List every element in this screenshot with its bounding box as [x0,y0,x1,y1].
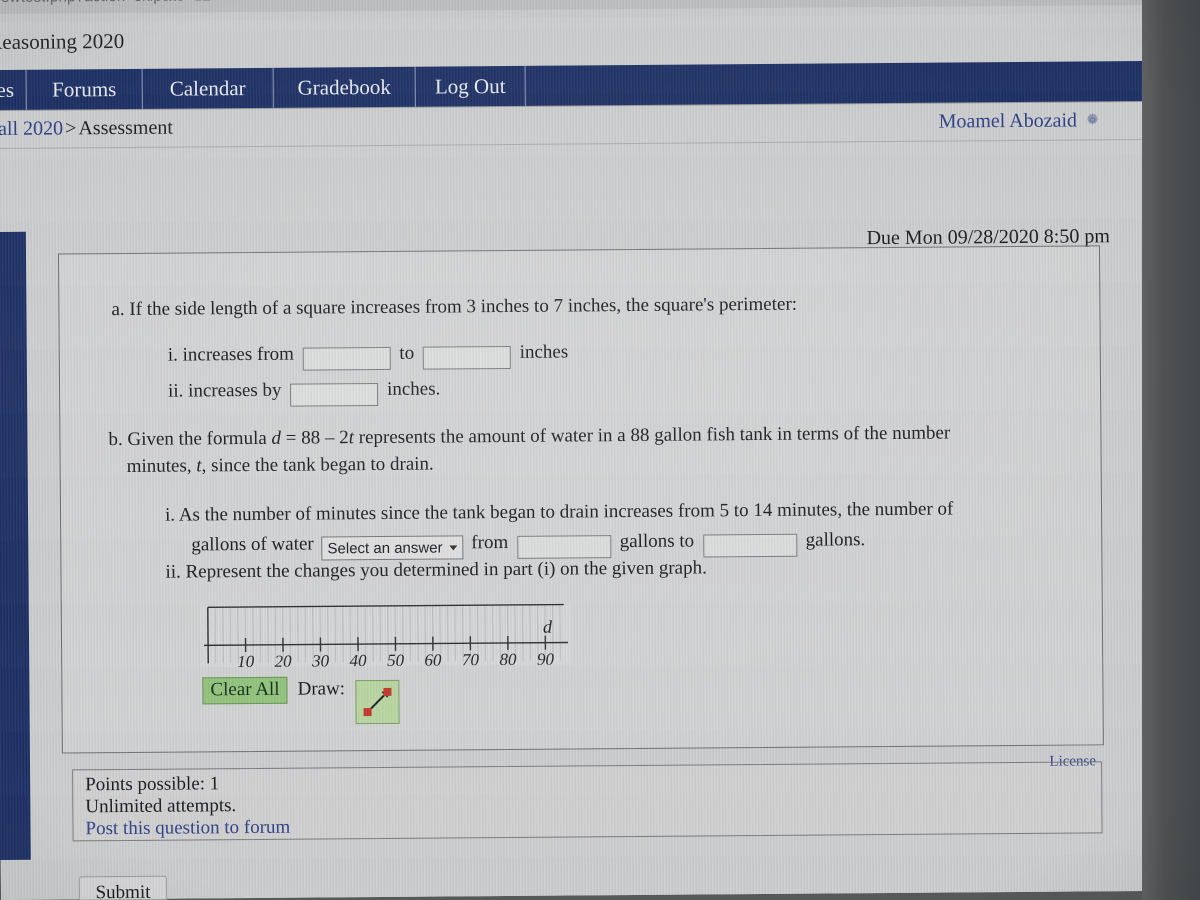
number-line-graph[interactable]: 10 20 30 40 50 60 70 80 90 d [199,602,573,668]
nav-item-calendar[interactable]: Calendar [142,67,274,109]
tick-label: 80 [499,650,517,667]
page-body: Reasoning 2020 es Forums Calendar Gradeb… [0,12,1160,900]
part-a-i-lead: increases from [182,343,294,366]
part-a-i-from-input[interactable] [302,346,391,371]
tick-label: 90 [537,650,555,668]
nav-label: Log Out [434,73,506,99]
question-part-b-i: i. As the number of minutes since the ta… [165,495,1075,562]
part-a-label: a. [111,298,125,321]
question-panel: a. If the side length of a square increa… [57,245,1104,754]
question-part-a: a. If the side length of a square increa… [111,289,1071,324]
nav-label: Gradebook [297,74,391,100]
drawing-toolbar: Clear All Draw: [202,676,400,725]
part-b-lead: Given the formula [127,427,267,450]
submit-button[interactable]: Submit [78,875,168,900]
points-possible: Points possible: 1 [85,773,220,796]
select-value: Select an answer [327,539,443,558]
formula-minus: – [324,427,335,449]
part-b-ii-label: ii. [165,561,181,583]
breadcrumb: Fall 2020>Assessment [0,117,173,141]
nav-item-logout[interactable]: Log Out [415,65,526,107]
main-navigation: es Forums Calendar Gradebook Log Out [0,60,1146,111]
part-b-i-to-input[interactable] [702,533,797,557]
header-divider [0,138,1146,150]
chevron-down-icon [449,545,458,551]
url-text: ...owtest.php?action=skip&to=12 [0,0,211,6]
nav-label: Forums [52,77,117,102]
clear-all-button[interactable]: Clear All [202,676,288,705]
part-a-ii-tail: inches. [386,378,441,400]
formula-variable-d: d [271,427,282,449]
part-b-i-line2-c: gallons to [619,530,695,553]
part-b-ii-text: Represent the changes you determined in … [185,557,707,583]
left-rail [0,231,31,861]
breadcrumb-current: Assessment [78,116,173,140]
part-a-ii-lead: increases by [188,379,282,402]
gear-icon[interactable] [1084,111,1101,128]
question-part-b: b. Given the formula d = 88 – 2t represe… [108,418,1083,480]
nav-label: Calendar [169,76,246,101]
user-menu[interactable]: Moamel Abozaid [939,109,1101,133]
tick-label: 20 [275,652,293,668]
part-b-line2: minutes, t, since the tank began to drai… [109,445,1084,480]
course-title: Reasoning 2020 [0,28,125,55]
part-b-label: b. [108,429,123,451]
part-a-i-mid: to [399,342,415,364]
part-a-i-label: i. [167,344,178,366]
monitor-screen: ...owtest.php?action=skip&to=12 Reasonin… [0,0,1160,900]
part-a-i-to-input[interactable] [422,345,512,370]
part-b-i-line2-b: from [471,531,509,554]
monitor-bezel-right [1142,0,1200,900]
question-part-a-i: i. increases from to inches [168,339,569,372]
nav-item-messages[interactable]: es [0,69,27,111]
question-part-a-ii: ii. increases by inches. [168,376,440,408]
nav-label: es [0,77,15,102]
part-b-line2-a: minutes, [126,455,192,477]
part-b-i-line2-d: gallons. [805,529,866,551]
part-b-after-formula: represents the amount of water in a 88 g… [358,422,951,449]
part-a-ii-label: ii. [167,380,184,402]
part-a-i-tail: inches [519,341,569,363]
breadcrumb-separator: > [65,117,77,140]
part-b-line2-b: , since the tank began to drain. [201,453,434,477]
nav-item-forums[interactable]: Forums [26,68,143,110]
tick-label: 30 [311,651,330,667]
points-panel: Points possible: 1 Unlimited attempts. P… [72,761,1103,842]
axis-variable-label: d [543,617,553,637]
ray-arrow-icon[interactable] [354,680,400,725]
formula-coefficient: 2 [339,427,349,449]
nav-item-empty [526,61,1146,106]
draw-label: Draw: [297,678,346,700]
question-part-b-ii: ii. Represent the changes you determined… [165,554,707,585]
screen-photo: ...owtest.php?action=skip&to=12 Reasonin… [0,0,1200,900]
browser-url-bar[interactable]: ...owtest.php?action=skip&to=12 [0,0,1153,14]
nav-item-gradebook[interactable]: Gradebook [273,66,416,108]
tick-label: 70 [462,650,480,667]
user-name: Moamel Abozaid [938,109,1078,133]
formula-equals: = 88 [285,427,321,449]
number-line-svg[interactable]: 10 20 30 40 50 60 70 80 90 d [199,602,573,668]
post-to-forum-link[interactable]: Post this question to forum [85,817,290,841]
tick-label: 40 [350,651,368,667]
part-b-i-line2-a: gallons of water [191,533,314,556]
tick-label: 10 [237,652,255,667]
part-a-text: If the side length of a square increases… [129,293,798,320]
part-b-i-label: i. [164,504,176,526]
tick-label: 60 [424,651,442,668]
attempts-info: Unlimited attempts. [85,795,237,818]
formula-variable-t: t [348,427,355,449]
part-b-i-line1: As the number of minutes since the tank … [178,498,954,526]
part-a-ii-input[interactable] [290,382,379,407]
breadcrumb-term-link[interactable]: Fall 2020 [0,117,63,140]
tick-label: 50 [387,651,405,668]
